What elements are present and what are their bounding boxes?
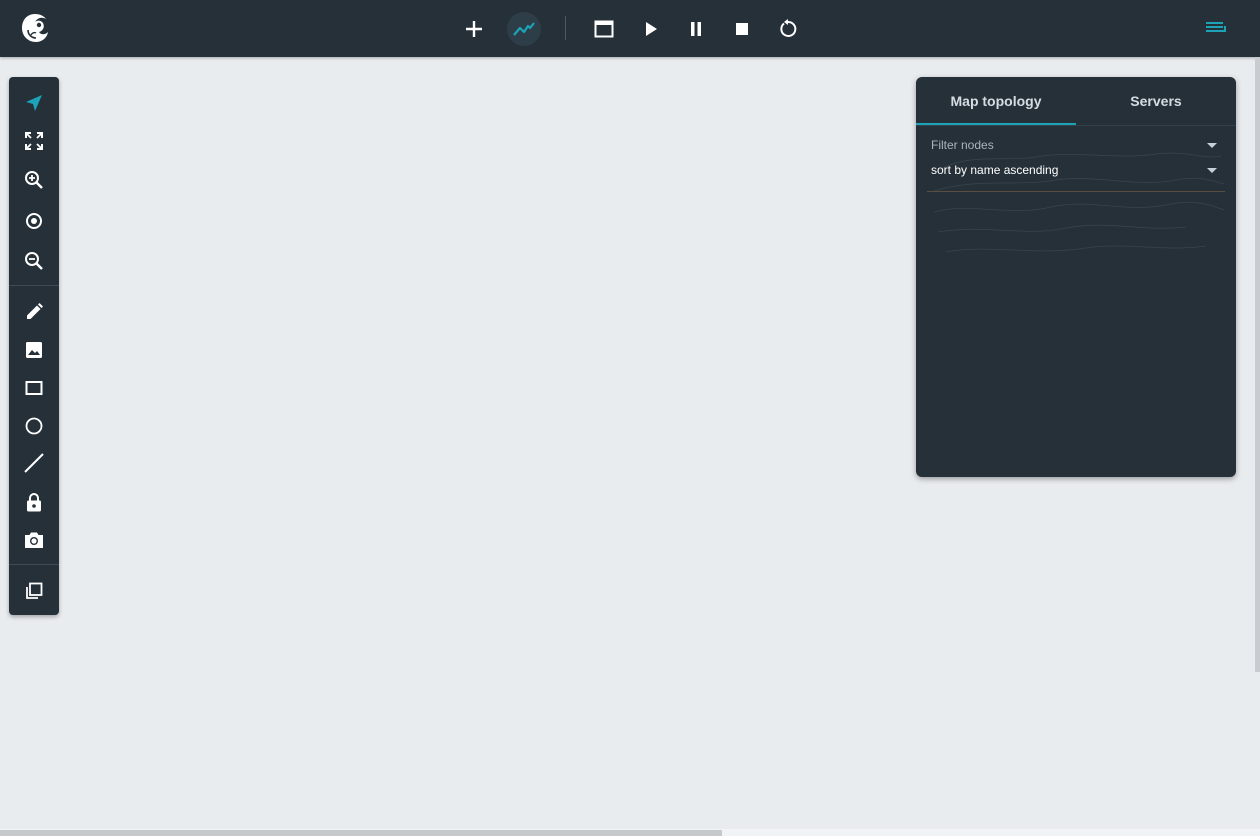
tab-map-topology[interactable]: Map topology — [916, 77, 1076, 125]
zoom-in-button[interactable] — [22, 168, 46, 192]
stop-all-button[interactable] — [725, 12, 759, 46]
add-icon — [466, 21, 482, 37]
screenshot-button[interactable] — [22, 528, 46, 552]
pause-icon — [691, 22, 701, 36]
draw-ellipse-button[interactable] — [22, 414, 46, 438]
center-focus-icon — [26, 213, 42, 229]
image-icon — [26, 342, 42, 358]
tabs-divider — [916, 125, 1236, 126]
chevron-down-icon — [1207, 167, 1217, 173]
navigation-arrow-icon — [26, 95, 42, 111]
toolbar-divider — [9, 285, 59, 286]
tab-servers[interactable]: Servers — [1076, 77, 1236, 125]
add-note-button[interactable] — [22, 300, 46, 324]
draw-rectangle-button[interactable] — [22, 376, 46, 400]
insert-image-button[interactable] — [22, 338, 46, 362]
toolbar-divider — [9, 564, 59, 565]
camera-icon — [25, 532, 43, 548]
chart-toggle-button[interactable] — [507, 12, 541, 46]
suspend-all-button[interactable] — [679, 12, 713, 46]
sort-select[interactable]: sort by name ascending — [931, 161, 1221, 179]
chart-line-icon — [513, 22, 535, 36]
panel-menu-button[interactable] — [1203, 15, 1229, 41]
top-toolbar — [0, 0, 1260, 57]
ellipse-icon — [25, 417, 43, 435]
add-node-button[interactable] — [457, 12, 491, 46]
vertical-scrollbar[interactable] — [1255, 57, 1260, 672]
console-window-icon — [594, 20, 614, 38]
duplicate-button[interactable] — [22, 579, 46, 603]
line-icon — [24, 453, 44, 473]
fit-to-screen-button[interactable] — [22, 129, 46, 153]
play-icon — [646, 22, 657, 36]
sort-selected-value: sort by name ascending — [931, 163, 1059, 177]
draw-line-button[interactable] — [22, 451, 46, 475]
chevron-down-icon — [1207, 142, 1217, 148]
active-tab-indicator — [916, 123, 1076, 125]
fit-screen-icon — [25, 132, 43, 150]
toolbar-divider — [565, 16, 566, 40]
zoom-in-icon — [25, 171, 43, 189]
reload-icon — [780, 19, 797, 37]
select-tool-button[interactable] — [22, 91, 46, 115]
stop-icon — [736, 23, 748, 35]
lock-items-button[interactable] — [22, 490, 46, 514]
zoom-out-button[interactable] — [22, 249, 46, 273]
zoom-out-icon — [25, 252, 43, 270]
field-underline — [927, 191, 1225, 192]
chameleon-logo-icon[interactable] — [19, 11, 51, 45]
rectangle-icon — [25, 381, 43, 395]
console-button[interactable] — [587, 12, 621, 46]
filter-nodes-select[interactable]: Filter nodes — [931, 136, 1221, 154]
start-all-button[interactable] — [634, 12, 668, 46]
tab-label: Servers — [1130, 93, 1182, 109]
reset-zoom-button[interactable] — [22, 209, 46, 233]
list-menu-icon — [1206, 22, 1226, 32]
left-toolbar — [9, 77, 59, 615]
reload-all-button[interactable] — [771, 12, 805, 46]
topology-panel: Map topology Servers Filter nodes sort b… — [916, 77, 1236, 477]
lock-icon — [27, 493, 41, 512]
tab-label: Map topology — [950, 93, 1042, 109]
filter-nodes-placeholder: Filter nodes — [931, 138, 994, 152]
horizontal-scrollbar-thumb[interactable] — [0, 830, 722, 836]
pencil-icon — [27, 303, 43, 319]
copy-icon — [26, 582, 43, 599]
